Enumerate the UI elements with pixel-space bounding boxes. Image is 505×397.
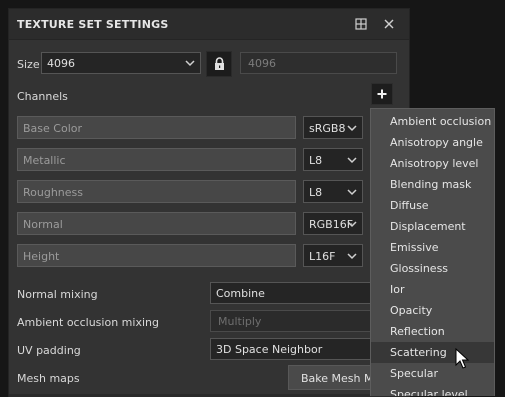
channel-format-dropdown[interactable]: L8 — [303, 180, 363, 203]
channels-label: Channels — [17, 90, 68, 103]
ao-mixing-label: Ambient occlusion mixing — [17, 316, 159, 329]
channel-name-field[interactable]: Metallic — [17, 148, 296, 171]
lock-icon — [215, 57, 224, 70]
menu-item-emissive[interactable]: Emissive — [371, 237, 494, 258]
plus-icon — [377, 89, 387, 99]
texture-set-settings-panel: TEXTURE SET SETTINGS Size 4096 4096 Chan… — [8, 8, 410, 397]
channel-name-field[interactable]: Base Color — [17, 116, 296, 139]
channel-name-field[interactable]: Roughness — [17, 180, 296, 203]
menu-item-glossiness[interactable]: Glossiness — [371, 258, 494, 279]
size-dropdown[interactable]: 4096 — [41, 52, 201, 74]
size-linked-value: 4096 — [248, 57, 276, 70]
panel-titlebar: TEXTURE SET SETTINGS — [9, 9, 409, 40]
uv-padding-value: 3D Space Neighbor — [216, 343, 323, 356]
menu-item-anisotropy-level[interactable]: Anisotropy level — [371, 153, 494, 174]
mesh-maps-label: Mesh maps — [17, 372, 80, 385]
size-lock-button[interactable] — [206, 51, 232, 77]
menu-item-displacement[interactable]: Displacement — [371, 216, 494, 237]
size-label: Size — [17, 58, 40, 71]
normal-mixing-dropdown[interactable]: Combine — [210, 282, 380, 304]
bake-button-label: Bake Mesh Ma — [301, 372, 381, 385]
menu-item-diffuse[interactable]: Diffuse — [371, 195, 494, 216]
menu-item-ior[interactable]: Ior — [371, 279, 494, 300]
menu-item-reflection[interactable]: Reflection — [371, 321, 494, 342]
menu-item-anisotropy-angle[interactable]: Anisotropy angle — [371, 132, 494, 153]
size-linked-field: 4096 — [240, 52, 397, 74]
channel-format-dropdown[interactable]: L8 — [303, 148, 363, 171]
dock-icon[interactable] — [354, 17, 368, 31]
chevron-down-icon — [347, 157, 357, 164]
channel-format-dropdown[interactable]: L16F — [303, 244, 363, 267]
ao-mixing-value: Multiply — [218, 315, 262, 328]
menu-item-specular-level[interactable]: Specular level — [371, 384, 494, 396]
channel-format-value: sRGB8 — [309, 122, 346, 135]
menu-item-scattering[interactable]: Scattering — [371, 342, 494, 363]
chevron-down-icon — [185, 60, 195, 67]
channel-format-dropdown[interactable]: RGB16F — [303, 212, 363, 235]
channel-name-field[interactable]: Height — [17, 244, 296, 267]
menu-item-specular[interactable]: Specular — [371, 363, 494, 384]
panel-title: TEXTURE SET SETTINGS — [17, 18, 169, 31]
channel-format-value: L8 — [309, 154, 323, 167]
chevron-down-icon — [347, 189, 357, 196]
add-channel-menu: Ambient occlusion Anisotropy angle Aniso… — [370, 108, 495, 396]
chevron-down-icon — [347, 221, 357, 228]
menu-item-opacity[interactable]: Opacity — [371, 300, 494, 321]
close-icon[interactable] — [382, 17, 396, 31]
add-channel-button[interactable] — [371, 83, 393, 105]
channel-format-dropdown[interactable]: sRGB8 — [303, 116, 363, 139]
uv-padding-label: UV padding — [17, 344, 81, 357]
ao-mixing-dropdown: Multiply — [210, 310, 380, 332]
menu-item-blending-mask[interactable]: Blending mask — [371, 174, 494, 195]
normal-mixing-label: Normal mixing — [17, 288, 98, 301]
channel-format-value: L8 — [309, 186, 323, 199]
menu-item-ambient-occlusion[interactable]: Ambient occlusion — [371, 111, 494, 132]
uv-padding-dropdown[interactable]: 3D Space Neighbor — [210, 338, 380, 360]
channel-name-field[interactable]: Normal — [17, 212, 296, 235]
chevron-down-icon — [347, 125, 357, 132]
channel-format-value: L16F — [309, 250, 336, 263]
chevron-down-icon — [347, 253, 357, 260]
mouse-pointer-icon — [455, 348, 469, 369]
size-value: 4096 — [47, 57, 75, 70]
normal-mixing-value: Combine — [216, 287, 265, 300]
